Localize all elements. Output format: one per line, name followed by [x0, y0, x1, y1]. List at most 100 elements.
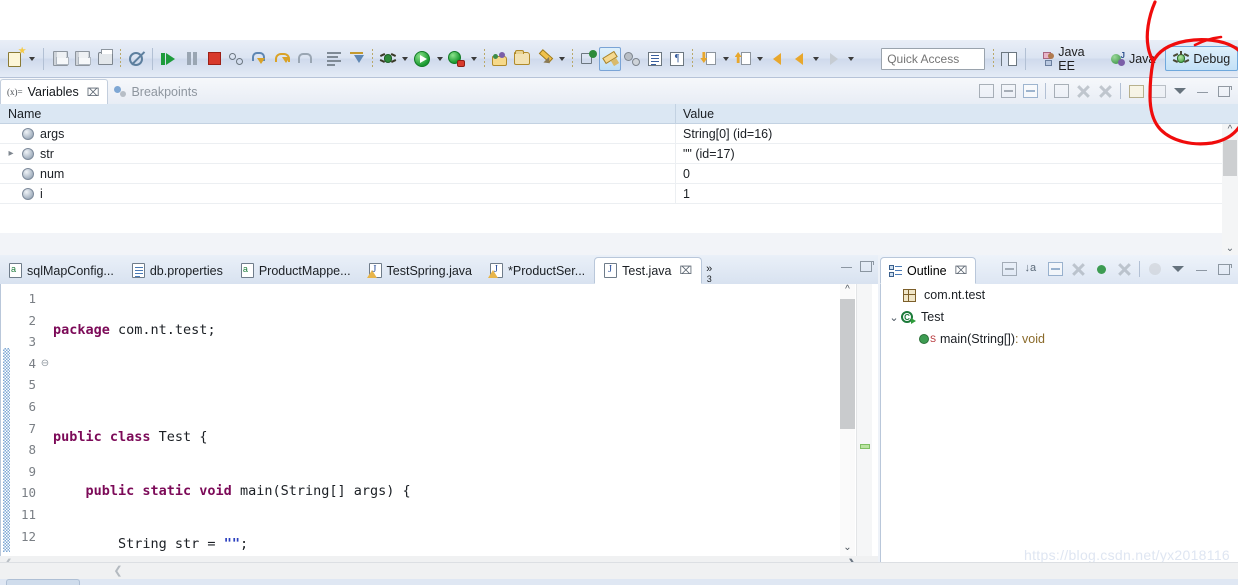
terminate-button[interactable] [203, 47, 225, 71]
suspend-button[interactable] [181, 47, 203, 71]
print-button[interactable] [94, 47, 116, 71]
drop-to-frame-button[interactable] [346, 47, 368, 71]
hide-local-types-button[interactable] [1114, 259, 1134, 279]
scrollbar-thumb[interactable] [1223, 140, 1237, 176]
maximize-view-button[interactable] [1214, 81, 1234, 101]
hide-fields-button[interactable] [1045, 259, 1065, 279]
debug-button[interactable] [377, 47, 399, 71]
code-text[interactable]: package com.nt.test; public class Test {… [53, 288, 843, 556]
tab-outline[interactable]: Outline ⌧ [880, 257, 977, 284]
folding-ruler[interactable]: ⊖ [39, 284, 51, 556]
editor-tab-test-java[interactable]: Test.java ⌧ [594, 257, 703, 284]
forward-button[interactable] [822, 47, 844, 71]
detach-view-button[interactable] [1148, 81, 1168, 101]
skip-all-breakpoints-button[interactable] [125, 47, 147, 71]
run-button[interactable] [411, 47, 433, 71]
run-dropdown[interactable] [434, 47, 446, 71]
editor-tab-productmapper[interactable]: ProductMappe... [232, 257, 360, 284]
quick-access-input[interactable] [881, 47, 986, 70]
minimize-view-button[interactable] [1192, 81, 1212, 101]
previous-annotation-dropdown[interactable] [754, 47, 766, 71]
next-annotation-dropdown[interactable] [720, 47, 732, 71]
save-all-button[interactable] [72, 47, 94, 71]
toggle-mark-occurrences-button[interactable] [599, 46, 622, 71]
editor-vertical-scrollbar[interactable]: ^ ⌄ [840, 284, 855, 556]
minimize-icon[interactable] [841, 265, 852, 268]
hide-non-public-button[interactable] [1091, 259, 1111, 279]
column-header-name[interactable]: Name [0, 104, 676, 123]
collapse-all-button[interactable] [998, 81, 1018, 101]
chevron-down-icon[interactable]: ⌄ [887, 311, 901, 324]
editor-tab-productservice[interactable]: *ProductSer... [481, 257, 594, 284]
use-step-filters-button[interactable] [323, 47, 345, 71]
resume-button[interactable] [158, 47, 180, 71]
back-dropdown[interactable] [810, 47, 822, 71]
tab-variables[interactable]: (x)= Variables ⌧ [0, 79, 109, 104]
edit-button[interactable] [533, 47, 555, 71]
build-button[interactable] [621, 47, 643, 71]
table-row[interactable]: ▸ str "" (id=17) [0, 144, 1238, 164]
sort-button[interactable]: ↓a [1022, 259, 1042, 279]
maximize-view-button[interactable] [1214, 259, 1234, 279]
variables-vertical-scrollbar[interactable]: ^ ⌄ [1222, 124, 1238, 274]
workbench-horizontal-scrollbar[interactable]: ❮ [0, 562, 1238, 579]
save-button[interactable] [49, 47, 71, 71]
edit-dropdown[interactable] [556, 47, 568, 71]
collapse-method-icon[interactable]: ⊖ [39, 353, 51, 375]
forward-dropdown[interactable] [845, 47, 857, 71]
new-detail-pane-button[interactable] [1126, 81, 1146, 101]
remove-selected-expressions-button[interactable] [1073, 81, 1093, 101]
perspective-java-ee[interactable]: Java EE [1035, 45, 1100, 73]
view-menu-button[interactable] [1168, 259, 1188, 279]
step-return-button[interactable] [292, 47, 314, 71]
expander-icon[interactable]: ▸ [0, 148, 22, 159]
close-icon[interactable]: ⌧ [87, 86, 100, 99]
editor-tab-testspring[interactable]: TestSpring.java [360, 257, 481, 284]
remove-all-expressions-button[interactable] [1095, 81, 1115, 101]
code-editor[interactable]: 1 2 3 4 5 6 7 8 9 10 11 12 ⊖ package com… [0, 284, 878, 556]
close-icon[interactable]: ⌧ [955, 264, 968, 277]
disconnect-button[interactable] [225, 47, 247, 71]
show-logical-structure-button[interactable] [976, 81, 996, 101]
last-edit-location-button[interactable] [766, 47, 788, 71]
hide-static-fields-button[interactable] [1068, 259, 1088, 279]
perspective-debug[interactable]: Debug [1165, 46, 1238, 71]
table-row[interactable]: i 1 [0, 184, 1238, 204]
coverage-dropdown[interactable] [468, 47, 480, 71]
debug-dropdown[interactable] [399, 47, 411, 71]
editor-tab-sqlmapconfig[interactable]: sqlMapConfig... [0, 257, 123, 284]
collapse-all-button[interactable] [999, 259, 1019, 279]
perspective-java[interactable]: J Java [1102, 46, 1163, 71]
new-java-class-button[interactable] [577, 47, 599, 71]
scrollbar-thumb[interactable] [840, 299, 855, 429]
pilcrow-button[interactable]: ¶ [666, 47, 688, 71]
overview-ruler[interactable] [856, 284, 872, 556]
scroll-up-arrow-icon[interactable]: ^ [1222, 124, 1238, 139]
tab-breakpoints[interactable]: Breakpoints [108, 79, 205, 104]
next-annotation-button[interactable] [697, 47, 719, 71]
open-perspective-button[interactable] [998, 47, 1020, 71]
open-external-tools-button[interactable] [489, 47, 511, 71]
scroll-down-arrow-icon[interactable]: ⌄ [840, 542, 855, 556]
column-header-value[interactable]: Value [676, 104, 1238, 123]
editor-tab-db-properties[interactable]: db.properties [123, 257, 232, 284]
previous-annotation-button[interactable] [732, 47, 754, 71]
new-wizard-dropdown[interactable] [26, 47, 38, 71]
scroll-up-arrow-icon[interactable]: ^ [840, 284, 855, 298]
outline-item-class[interactable]: ⌄ C Test [881, 306, 1238, 328]
minimize-view-button[interactable] [1191, 259, 1211, 279]
open-folder-button[interactable] [511, 47, 533, 71]
show-whitespace-button[interactable] [644, 47, 666, 71]
close-icon[interactable]: ⌧ [679, 264, 692, 277]
view-menu-layout-button[interactable] [1020, 81, 1040, 101]
table-row[interactable]: args String[0] (id=16) [0, 124, 1238, 144]
outline-item-method[interactable]: S main(String[]) : void [881, 328, 1238, 350]
back-button[interactable] [788, 47, 810, 71]
scroll-left-arrow-icon[interactable]: ❮ [110, 563, 126, 580]
bottom-view-tab-stub[interactable] [6, 579, 80, 585]
table-row[interactable]: num 0 [0, 164, 1238, 184]
coverage-button[interactable] [446, 47, 468, 71]
add-watch-expression-button[interactable] [1051, 81, 1071, 101]
link-with-editor-button[interactable] [1145, 259, 1165, 279]
step-into-button[interactable] [248, 47, 270, 71]
